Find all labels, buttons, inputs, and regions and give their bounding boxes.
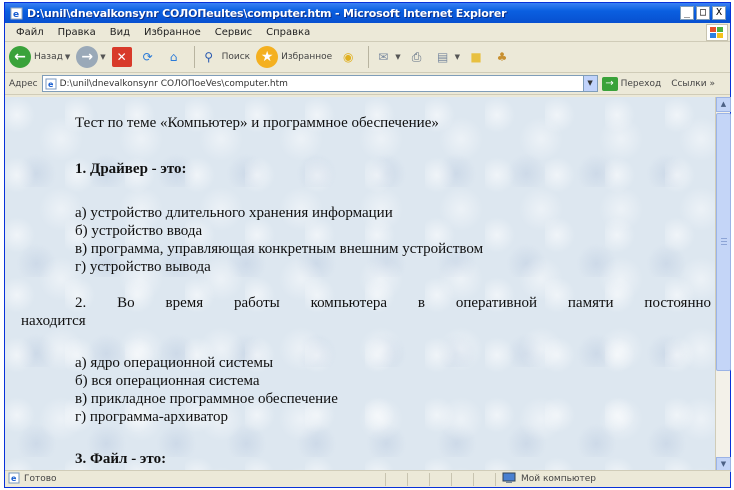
go-label: Переход xyxy=(620,78,662,89)
windows-logo-icon xyxy=(706,24,728,41)
stop-button[interactable]: ✕ xyxy=(111,47,132,67)
menu-tools[interactable]: Сервис xyxy=(208,27,259,38)
q2-option-b: б) вся операционная система xyxy=(75,373,260,389)
svg-text:e: e xyxy=(11,474,17,483)
scroll-thumb[interactable] xyxy=(716,113,731,371)
status-cell xyxy=(451,472,473,486)
q1-option-b: б) устройство ввода xyxy=(75,223,203,239)
status-cell xyxy=(473,472,495,486)
question-2-line1: 2. Во время работы компьютера в оператив… xyxy=(75,295,711,311)
go-button[interactable]: → Переход xyxy=(601,76,662,91)
status-bar: e Готово Мой компьютер xyxy=(5,470,730,487)
menu-bar: Файл Правка Вид Избранное Сервис Справка xyxy=(5,23,730,42)
address-bar: Адрес e D:\unil\dnevalkonsynr COЛOПoeVes… xyxy=(5,73,730,95)
status-cell xyxy=(429,472,451,486)
menu-view[interactable]: Вид xyxy=(103,27,137,38)
edit-dropdown-icon[interactable]: ▼ xyxy=(455,53,460,61)
browser-window: e D:\unil\dnevalkonsynr COЛOПeultes\comp… xyxy=(4,2,731,488)
mail-dropdown-icon[interactable]: ▼ xyxy=(395,53,400,61)
status-ready: e Готово xyxy=(5,472,385,487)
q1-option-a: а) устройство длительного хранения инфор… xyxy=(75,205,393,221)
mail-icon: ✉ xyxy=(378,50,389,64)
search-label: Поиск xyxy=(221,52,251,62)
back-arrow-icon: ← xyxy=(9,46,31,68)
toolbar-separator xyxy=(193,46,195,68)
minimize-button[interactable]: _ xyxy=(680,6,694,20)
question-1: 1. Драйвер - это: xyxy=(75,161,187,177)
edit-page-icon: ▤ xyxy=(436,50,449,64)
media-icon: ◉ xyxy=(342,50,354,64)
refresh-icon: ⟳ xyxy=(142,50,153,64)
scroll-up-icon[interactable]: ▲ xyxy=(716,97,731,112)
stop-icon: ✕ xyxy=(111,47,132,67)
grip-line xyxy=(721,244,727,245)
status-text: Готово xyxy=(24,474,57,484)
close-button[interactable]: X xyxy=(712,6,726,20)
menu-file[interactable]: Файл xyxy=(9,27,51,38)
refresh-button[interactable]: ⟳ xyxy=(138,47,158,67)
messenger-button[interactable]: ♣ xyxy=(492,47,512,67)
print-button[interactable]: ⎙ xyxy=(407,47,427,67)
favorites-button[interactable]: ★ Избранное xyxy=(256,46,332,68)
forward-dropdown-icon[interactable]: ▼ xyxy=(100,53,105,61)
page-content[interactable]: Тест по теме «Компьютер» и программное о… xyxy=(5,97,716,472)
back-label: Назад xyxy=(34,52,63,62)
security-zone: Мой компьютер xyxy=(495,472,730,487)
favorites-star-icon: ★ xyxy=(256,46,279,68)
q2-option-d: г) программа-архиватор xyxy=(75,409,228,425)
page-icon: e xyxy=(45,78,57,90)
svg-text:e: e xyxy=(13,10,19,20)
messenger-icon: ♣ xyxy=(496,50,508,64)
address-url: D:\unil\dnevalkonsynr COЛOПoeVes\compute… xyxy=(59,78,288,89)
print-icon: ⎙ xyxy=(411,49,422,64)
q1-option-d: г) устройство вывода xyxy=(75,259,211,275)
go-arrow-icon: → xyxy=(601,76,618,91)
window-title: D:\unil\dnevalkonsynr COЛOПeultes\comput… xyxy=(27,6,507,20)
test-heading: Тест по теме «Компьютер» и программное о… xyxy=(75,115,439,131)
toolbar-separator xyxy=(368,46,370,68)
back-dropdown-icon[interactable]: ▼ xyxy=(65,53,70,61)
forward-arrow-icon: → xyxy=(76,46,99,68)
grip-line xyxy=(721,241,727,242)
forward-button[interactable]: → ▼ xyxy=(76,46,106,68)
media-button[interactable]: ◉ xyxy=(338,47,358,67)
address-dropdown-icon[interactable]: ▼ xyxy=(582,76,597,91)
q2-option-c: в) прикладное программное обеспечение xyxy=(75,391,338,407)
folder-icon: ■ xyxy=(470,50,482,64)
zone-text: Мой компьютер xyxy=(521,474,596,484)
edit-button[interactable]: ▤ ▼ xyxy=(433,47,460,67)
menu-favorites[interactable]: Избранное xyxy=(137,27,208,38)
home-button[interactable]: ⌂ xyxy=(164,47,184,67)
q1-option-c: в) программа, управляющая конкретным вне… xyxy=(75,241,484,257)
question-2-line2: находится xyxy=(21,313,86,329)
folder-button[interactable]: ■ xyxy=(466,47,486,67)
home-icon: ⌂ xyxy=(169,50,178,64)
mail-button[interactable]: ✉ ▼ xyxy=(373,47,400,67)
back-button[interactable]: ← Назад ▼ xyxy=(9,46,70,68)
grip-line xyxy=(721,238,727,239)
search-button[interactable]: ⚲ Поиск xyxy=(199,47,251,67)
status-cell xyxy=(407,472,429,486)
my-computer-icon xyxy=(502,472,516,487)
links-button[interactable]: Ссылки » xyxy=(671,79,715,89)
menu-edit[interactable]: Правка xyxy=(51,27,103,38)
search-icon: ⚲ xyxy=(204,50,213,64)
menu-help[interactable]: Справка xyxy=(259,27,317,38)
address-label: Адрес xyxy=(9,78,38,89)
favorites-label: Избранное xyxy=(281,52,333,62)
ie-document-icon: e xyxy=(9,6,23,20)
vertical-scrollbar[interactable]: ▲ ▼ xyxy=(715,97,731,472)
question-3: 3. Файл - это: xyxy=(75,451,167,467)
svg-text:e: e xyxy=(48,80,54,89)
address-input[interactable]: e D:\unil\dnevalkonsynr COЛOПoeVes\compu… xyxy=(41,75,598,92)
maximize-button[interactable]: □ xyxy=(696,6,710,20)
q2-option-a: а) ядро операционной системы xyxy=(75,355,274,371)
status-cell xyxy=(385,472,407,486)
status-page-icon: e xyxy=(8,472,20,487)
title-bar[interactable]: e D:\unil\dnevalkonsynr COЛOПeultes\comp… xyxy=(5,3,730,23)
toolbar: ← Назад ▼ → ▼ ✕ ⟳ ⌂ ⚲ Поиск ★ Избранное … xyxy=(5,42,730,73)
